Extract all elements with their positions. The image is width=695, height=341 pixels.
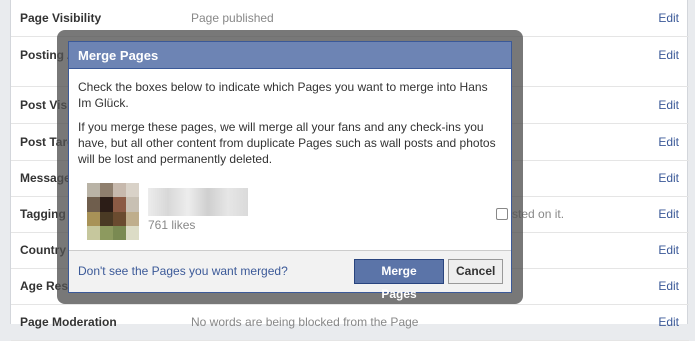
avatar-pixel — [100, 225, 113, 240]
settings-row-label: Page Visibility — [20, 11, 102, 25]
settings-row-label: Page Moderation — [20, 315, 117, 329]
merge-pages-button[interactable]: Merge Pages — [354, 259, 444, 301]
page-likes-count: 761 likes — [148, 218, 196, 232]
cancel-button[interactable]: Cancel — [448, 259, 503, 284]
edit-link[interactable]: Edit — [658, 207, 679, 221]
page-name-blurred — [148, 188, 248, 216]
dialog-footer: Don't see the Pages you want merged? Mer… — [69, 250, 511, 301]
settings-row-page-moderation: Page Moderation No words are being block… — [11, 304, 689, 341]
settings-row-value: No words are being blocked from the Page — [191, 315, 419, 329]
settings-row-value: Page published — [191, 11, 274, 25]
edit-link[interactable]: Edit — [658, 279, 679, 293]
edit-link[interactable]: Edit — [658, 48, 679, 62]
edit-link[interactable]: Edit — [658, 135, 679, 149]
avatar-pixel — [100, 211, 113, 226]
avatar-pixel — [87, 211, 100, 226]
edit-link[interactable]: Edit — [658, 11, 679, 25]
avatar-pixel — [126, 225, 139, 240]
dialog-body: Check the boxes below to indicate which … — [78, 79, 502, 175]
edit-link[interactable]: Edit — [658, 243, 679, 257]
page-avatar — [87, 183, 139, 240]
dialog-title: Merge Pages — [69, 42, 511, 69]
merge-page-item: 761 likes — [78, 180, 508, 242]
avatar-pixel — [113, 225, 126, 240]
avatar-pixel — [113, 183, 126, 198]
edit-link[interactable]: Edit — [658, 98, 679, 112]
dialog-warning-text: If you merge these pages, we will merge … — [78, 120, 496, 166]
merge-pages-dialog: Merge Pages Check the boxes below to ind… — [68, 41, 512, 301]
dialog-intro-text: Check the boxes below to indicate which … — [78, 80, 488, 110]
avatar-pixel — [87, 197, 100, 212]
avatar-pixel — [126, 183, 139, 198]
avatar-pixel — [87, 225, 100, 240]
avatar-pixel — [100, 183, 113, 198]
avatar-pixel — [126, 211, 139, 226]
edit-link[interactable]: Edit — [658, 171, 679, 185]
page-select-checkbox[interactable] — [496, 208, 508, 220]
avatar-pixel — [113, 211, 126, 226]
avatar-pixel — [113, 197, 126, 212]
avatar-pixel — [100, 197, 113, 212]
missing-pages-link[interactable]: Don't see the Pages you want merged? — [78, 264, 288, 278]
edit-link[interactable]: Edit — [658, 315, 679, 329]
avatar-pixel — [126, 197, 139, 212]
avatar-pixel — [87, 183, 100, 198]
